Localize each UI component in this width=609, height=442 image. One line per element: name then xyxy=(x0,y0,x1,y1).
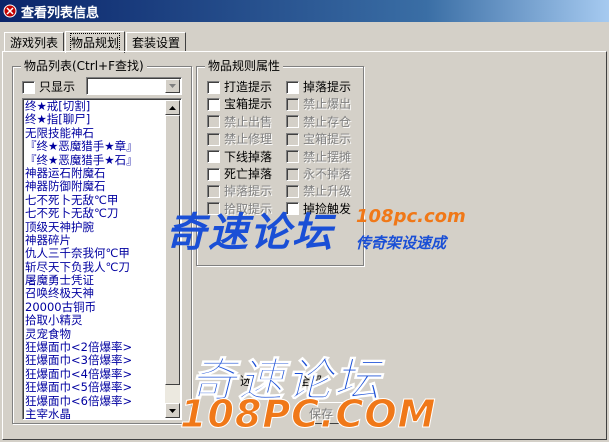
chevron-down-icon xyxy=(169,84,176,88)
list-item[interactable]: 狂爆面巾<4倍爆率> xyxy=(25,368,165,381)
arrow-up-icon xyxy=(169,105,176,110)
item-list-scrollbar[interactable] xyxy=(165,100,180,418)
attr-checkbox[interactable]: 禁止摆摊 xyxy=(286,150,351,164)
item-list-group-title: 物品列表(Ctrl+F查找) xyxy=(21,59,147,73)
list-item[interactable]: 神器防御附魔石 xyxy=(25,180,165,193)
attr-checkbox[interactable]: 禁止出售 xyxy=(207,115,272,129)
attr-checkbox[interactable]: 掉落提示 xyxy=(207,184,272,198)
filter-combo[interactable] xyxy=(86,77,182,95)
list-item[interactable]: 狂爆面巾<3倍爆率> xyxy=(25,354,165,367)
checkbox-label: 宝箱提示 xyxy=(303,132,352,147)
checkbox-label: 禁止升级 xyxy=(303,184,352,199)
tab-item-planning[interactable]: 物品规划 xyxy=(65,31,126,53)
list-item[interactable]: 七不死卜无敌℃刀 xyxy=(25,207,165,220)
checkbox-box[interactable] xyxy=(286,97,299,111)
filter-dropdown-button[interactable] xyxy=(165,79,180,93)
list-item[interactable]: 神器碎片 xyxy=(25,234,165,247)
attr-checkbox[interactable]: 宝箱提示 xyxy=(207,97,272,111)
list-item[interactable]: 灵宠食物 xyxy=(25,328,165,341)
checkbox-box[interactable] xyxy=(207,184,220,198)
checkbox-box[interactable] xyxy=(207,132,220,146)
checkbox-label: 下线掉落 xyxy=(224,149,273,164)
app-icon xyxy=(3,4,17,18)
attr-checkbox[interactable]: 永不掉落 xyxy=(286,167,351,181)
list-item[interactable]: 终★指[聊尸] xyxy=(25,113,165,126)
checkbox-box[interactable] xyxy=(207,97,220,111)
attr-checkbox[interactable]: 禁止爆出 xyxy=(286,97,351,111)
list-item[interactable]: 拾取小精灵 xyxy=(25,314,165,327)
list-item[interactable]: 顶级天神护腕 xyxy=(25,221,165,234)
list-item[interactable]: 狂爆面巾<6倍爆率> xyxy=(25,395,165,408)
checkbox-box[interactable] xyxy=(207,80,220,94)
checkbox-label: 掉落提示 xyxy=(224,184,273,199)
show-only-box[interactable] xyxy=(22,80,35,94)
list-item[interactable]: 狂爆面巾<2倍爆率> xyxy=(25,341,165,354)
item-attr-group-title: 物品规则属性 xyxy=(205,59,284,73)
attr-checkbox[interactable]: 死亡掉落 xyxy=(207,167,272,181)
checkbox-label: 死亡掉落 xyxy=(224,167,273,181)
title-bar: 查看列表信息 xyxy=(0,0,609,22)
list-item[interactable]: 『终★恶魔猎手★石』 xyxy=(25,154,165,167)
checkbox-box[interactable] xyxy=(286,80,299,94)
item-list: 终★戒[切割] 终★指[聊尸] 无限技能神石 『终★恶魔猎手★章』 『终★恶魔猎手★石』… xyxy=(25,100,165,419)
checkbox-box[interactable] xyxy=(286,150,299,164)
scroll-down-button[interactable] xyxy=(165,403,180,418)
checkbox-box[interactable] xyxy=(207,150,220,164)
list-item[interactable]: 20000古铜币 xyxy=(25,301,165,314)
watermark-top-tagline: 传奇架设速成 xyxy=(356,234,447,252)
attr-checkbox[interactable]: 掉落提示 xyxy=(286,80,351,94)
attr-checkbox[interactable]: 打造提示 xyxy=(207,80,272,94)
attr-checkbox[interactable]: 宝箱提示 xyxy=(286,132,351,146)
list-item[interactable]: 仇人三千奈我何℃甲 xyxy=(25,247,165,260)
list-item[interactable]: 无限技能神石 xyxy=(25,127,165,140)
watermark-top-url: 108pc.com xyxy=(356,206,466,227)
tab-strip: 游戏列表 物品规划 套装设置 xyxy=(4,30,187,53)
item-listbox[interactable]: 终★戒[切割] 终★指[聊尸] 无限技能神石 『终★恶魔猎手★章』 『终★恶魔猎手★石』… xyxy=(22,98,182,420)
show-only-checkbox[interactable]: 只显示 xyxy=(22,80,75,94)
checkbox-box[interactable] xyxy=(207,167,220,181)
list-item[interactable]: 主宰水晶 xyxy=(25,408,165,419)
tab-game-list[interactable]: 游戏列表 xyxy=(4,32,65,52)
checkbox-box[interactable] xyxy=(207,115,220,129)
checkbox-label: 禁止出售 xyxy=(224,114,273,129)
list-item[interactable]: 屠魔勇士凭证 xyxy=(25,274,165,287)
checkbox-label: 打造提示 xyxy=(224,80,273,94)
checkbox-label: 禁止修理 xyxy=(224,132,273,147)
checkbox-box[interactable] xyxy=(286,184,299,198)
show-only-label: 只显示 xyxy=(39,80,76,94)
watermark-bottom-url: 108PC.COM xyxy=(180,392,437,437)
window-title: 查看列表信息 xyxy=(21,5,100,21)
list-item[interactable]: 狂爆面巾<5倍爆率> xyxy=(25,381,165,394)
checkbox-box[interactable] xyxy=(286,132,299,146)
list-item[interactable]: 『终★恶魔猎手★章』 xyxy=(25,140,165,153)
arrow-down-icon xyxy=(169,408,176,413)
checkbox-label: 永不掉落 xyxy=(303,167,352,181)
checkbox-label: 禁止存仓 xyxy=(303,114,352,129)
checkbox-label: 掉落提示 xyxy=(303,80,352,94)
tab-set-settings[interactable]: 套装设置 xyxy=(126,32,187,52)
checkbox-label: 禁止摆摊 xyxy=(303,149,352,164)
list-item[interactable]: 斩尽天下负我人℃刀 xyxy=(25,261,165,274)
attr-checkbox[interactable]: 下线掉落 xyxy=(207,150,272,164)
list-item[interactable]: 召唤终极天神 xyxy=(25,287,165,300)
checkbox-box[interactable] xyxy=(286,115,299,129)
list-item[interactable]: 神器运石附魔石 xyxy=(25,167,165,180)
checkbox-label: 宝箱提示 xyxy=(224,97,273,112)
attr-checkbox[interactable]: 禁止修理 xyxy=(207,132,272,146)
checkbox-box[interactable] xyxy=(286,167,299,181)
attr-checkbox[interactable]: 禁止升级 xyxy=(286,184,351,198)
list-item[interactable]: 终★戒[切割] xyxy=(25,100,165,113)
attr-checkbox[interactable]: 禁止存仓 xyxy=(286,115,351,129)
checkbox-label: 禁止爆出 xyxy=(303,97,352,112)
watermark-top-brand: 奇速论坛 xyxy=(166,210,334,256)
scroll-up-button[interactable] xyxy=(165,100,180,115)
list-item[interactable]: 七不死卜无敌℃甲 xyxy=(25,194,165,207)
